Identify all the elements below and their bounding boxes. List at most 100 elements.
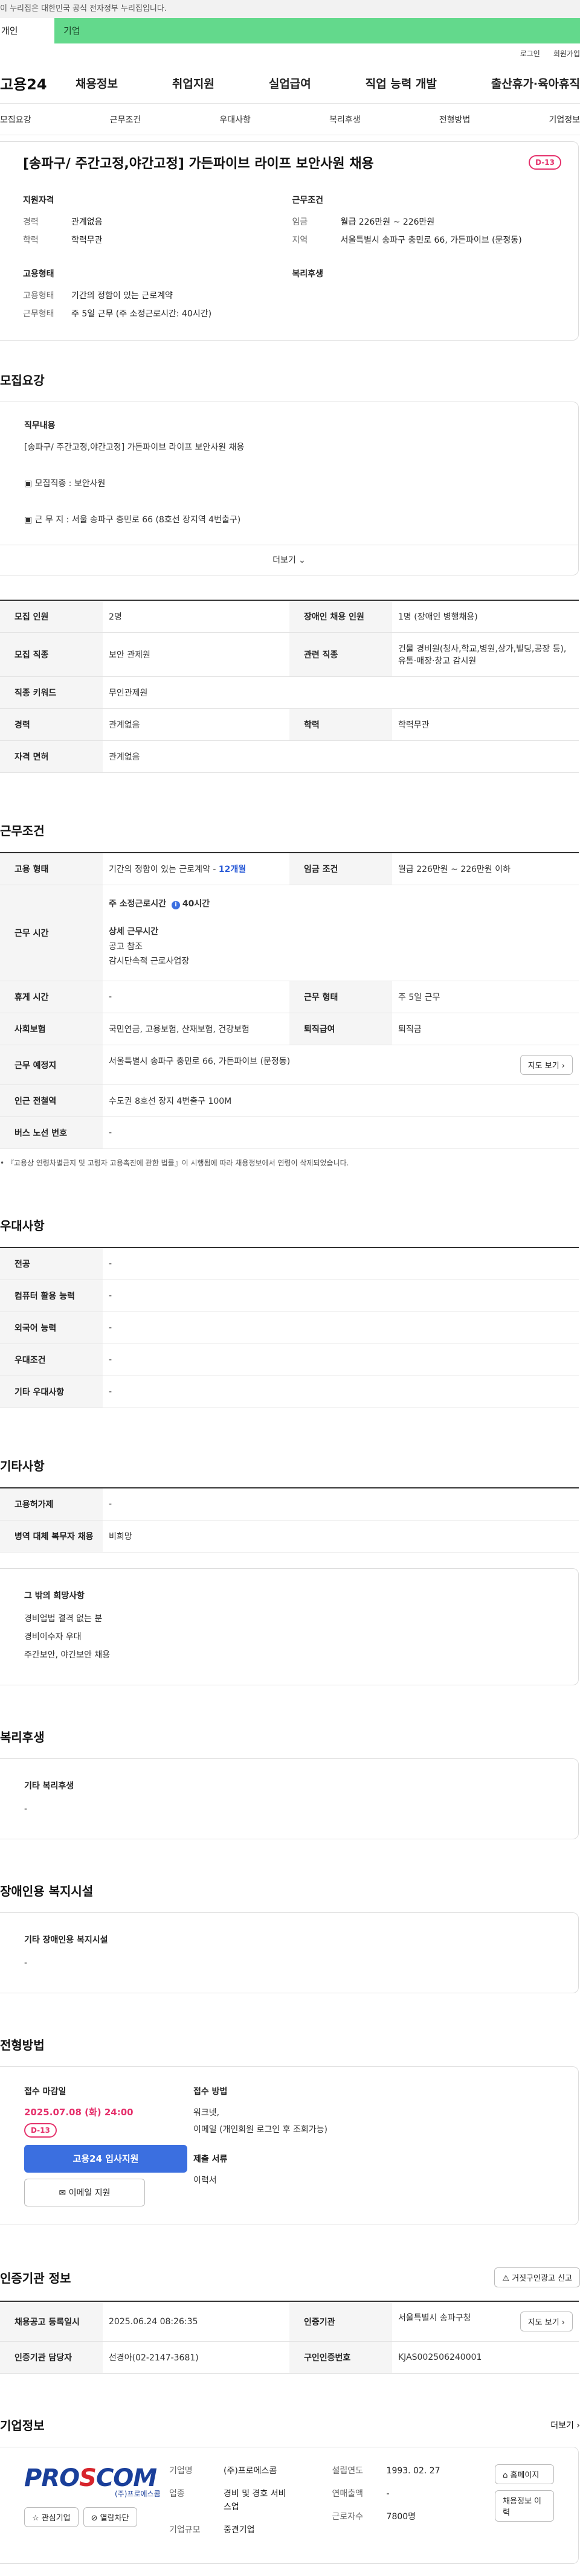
company-header: 기업정보 더보기 ›	[0, 2416, 580, 2433]
company-value: 1993. 02. 27	[386, 2466, 440, 2476]
desc-line: ▣ 근 무 지 : 서울 송파구 충민로 66 (8호선 장지역 4번출구)	[24, 515, 241, 525]
email-apply-button[interactable]: ✉ 이메일 지원	[24, 2179, 145, 2206]
section-title: 전형방법	[0, 2038, 45, 2052]
table-row: 근무 시간 주 소정근로시간 i 40시간 상세 근무시간 공고 참조 감시단속적…	[0, 885, 579, 981]
block-company-button[interactable]: ⊘ 열람차단	[83, 2507, 137, 2527]
row-value: 퇴직금	[392, 1013, 579, 1045]
docs-value: 이력서	[193, 2176, 217, 2185]
info-icon[interactable]: i	[171, 901, 180, 909]
tab-pref[interactable]: 우대사항	[219, 114, 251, 126]
table-row: 외국어 능력 -	[0, 1312, 579, 1344]
deadline-heading: 접수 마감일	[24, 2087, 66, 2097]
summary-key: 근무형태	[23, 309, 54, 319]
row-value: 관계없음	[103, 708, 289, 741]
gnb-item-jobs[interactable]: 채용정보	[76, 75, 118, 91]
row-key: 고용허가제	[0, 1488, 103, 1520]
table-row: 전공 -	[0, 1248, 579, 1280]
summary-value: 주 5일 근무 (주 소정근로시간: 40시간)	[71, 309, 212, 319]
row-key: 사회보험	[0, 1013, 103, 1045]
etc-wish-box: 그 밖의 희망사항 경비업법 결격 없는 분 경비이수자 우대 주간보안, 야간…	[0, 1568, 579, 1685]
etc-section: 기타사항 고용허가제 - 병역 대체 복무자 채용 비희망 그 밖의 희망사항 경비…	[0, 1456, 580, 1685]
table-row: 경력 관계없음 학력 학력무관	[0, 708, 579, 741]
row-value: 월급 226만원 ~ 226만원 이하	[392, 853, 579, 885]
box-line: 경비이수자 우대	[24, 1632, 82, 1642]
row-key: 모집 인원	[0, 600, 103, 633]
gnb-item-benefit[interactable]: 실업급여	[269, 75, 311, 91]
favorite-company-button[interactable]: ☆ 관심기업	[24, 2507, 79, 2527]
tab-work[interactable]: 근무조건	[110, 114, 141, 126]
row-key: 병역 대체 복무자 채용	[0, 1520, 103, 1552]
row-value: KJAS002506240001	[392, 2341, 579, 2374]
page: 이 누리집은 대한민국 공식 전자정부 누리집입니다. 개인 기업 로그인 회원…	[0, 0, 580, 2576]
summary-cond-title: 근무조건	[292, 196, 324, 205]
row-value: -	[103, 1376, 579, 1408]
cert-table: 채용공고 등록일시 2025.06.24 08:26:35 인증기관 서울특별시 …	[0, 2301, 579, 2374]
table-row: 고용허가제 -	[0, 1488, 579, 1520]
row-key: 인증기관	[289, 2301, 392, 2342]
section-title: 모집요강	[0, 373, 45, 388]
row-value: 주 5일 근무	[392, 981, 579, 1013]
etc-table: 고용허가제 - 병역 대체 복무자 채용 비희망	[0, 1487, 579, 1552]
tab-process[interactable]: 전형방법	[439, 114, 471, 126]
row-key: 휴게 시간	[0, 981, 103, 1013]
map-button[interactable]: 지도 보기 ›	[520, 1055, 573, 1075]
summary-value: 관계없음	[71, 217, 103, 227]
row-value: -	[103, 1344, 579, 1376]
join-link[interactable]: 회원가입	[553, 48, 580, 59]
more-button[interactable]: 더보기 ⌄	[0, 545, 578, 575]
box-heading: 기타 장애인용 복지시설	[24, 1935, 108, 1945]
recruit-section: 모집요강 직무내용 [송파구/ 주간고정,야간고정] 가든파이브 라이프 보안사…	[0, 371, 580, 773]
company-more-link[interactable]: 더보기 ›	[550, 2419, 580, 2431]
gnb-item-leave[interactable]: 출산휴가·육아휴직	[491, 75, 580, 91]
section-title: 기업정보	[0, 2418, 45, 2433]
company-key: 근로자수	[332, 2512, 364, 2522]
box-line: -	[24, 1804, 28, 1814]
row-value: 보안 관제원	[103, 632, 289, 677]
summary-emp-title: 고용형태	[23, 269, 54, 279]
company-key: 기업명	[169, 2466, 193, 2476]
row-value: 국민연금, 고용보험, 산재보험, 건강보험	[103, 1013, 289, 1045]
tab-company[interactable]: 기업	[54, 18, 580, 43]
tab-recruit[interactable]: 모집요강	[0, 114, 31, 126]
logo[interactable]: 고용24	[0, 72, 76, 94]
disabled-box: 기타 장애인용 복지시설 -	[0, 1912, 579, 1993]
dday-badge: D-13	[24, 2123, 57, 2138]
apply-button[interactable]: 고용24 입사지원	[24, 2145, 187, 2173]
table-row: 근무 예정지 서울특별시 송파구 충민로 66, 가든파이브 (문정동) 지도 보…	[0, 1045, 579, 1085]
row-value: 관계없음	[103, 740, 579, 773]
row-value: -	[103, 1488, 579, 1520]
box-heading: 그 밖의 희망사항	[24, 1591, 85, 1601]
disabled-section: 장애인용 복지시설 기타 장애인용 복지시설 -	[0, 1882, 580, 1993]
hours-detail-line: 공고 참조	[109, 942, 143, 952]
row-key: 구인인증번호	[289, 2341, 392, 2374]
report-button[interactable]: ⚠ 거짓구인광고 신고	[494, 2267, 580, 2287]
row-value: 서울특별시 송파구청 지도 보기 ›	[392, 2301, 579, 2342]
login-link[interactable]: 로그인	[520, 48, 540, 59]
work-place-value: 서울특별시 송파구 충민로 66, 가든파이브 (문정동)	[109, 1057, 291, 1066]
cert-map-button[interactable]: 지도 보기 ›	[520, 2312, 573, 2331]
job-history-button[interactable]: 채용정보 이력	[495, 2490, 555, 2522]
table-row: 모집 인원 2명 장애인 채용 인원 1명 (장애인 병행채용)	[0, 600, 579, 633]
tab-company[interactable]: 기업정보	[549, 114, 580, 126]
company-value: 7800명	[386, 2512, 416, 2522]
section-title: 복리후생	[0, 1730, 45, 1745]
gnb-item-training[interactable]: 직업 능력 개발	[366, 75, 437, 91]
process-section: 전형방법 접수 마감일 2025.07.08 (화) 24:00 D-13 고용…	[0, 2036, 580, 2225]
row-key: 근무 시간	[0, 885, 103, 981]
method-heading: 접수 방법	[193, 2087, 228, 2097]
recruit-table: 모집 인원 2명 장애인 채용 인원 1명 (장애인 병행채용) 모집 직종 보안 관…	[0, 600, 579, 773]
row-value: 주 소정근로시간 i 40시간 상세 근무시간 공고 참조 감시단속적 근로사업장	[103, 885, 579, 981]
homepage-button[interactable]: ⌂ 홈페이지	[495, 2464, 555, 2484]
welfare-section: 복리후생 기타 복리후생 -	[0, 1728, 580, 1839]
summary-value: 학력무관	[71, 235, 103, 245]
row-value: 학력무관	[392, 708, 579, 741]
box-line: 경비업법 결격 없는 분	[24, 1614, 103, 1624]
tab-personal[interactable]: 개인	[0, 18, 54, 43]
cert-section: 인증기관 정보 ⚠ 거짓구인광고 신고 채용공고 등록일시 2025.06.24 …	[0, 2267, 580, 2374]
summary-value: 서울특별시 송파구 충민로 66, 가든파이브 (문정동)	[340, 235, 522, 245]
row-value: 2명	[103, 600, 289, 633]
tab-welfare[interactable]: 복리후생	[329, 114, 361, 126]
section-title: 인증기관 정보	[0, 2271, 71, 2286]
more-label: 더보기	[272, 556, 296, 565]
gnb-item-support[interactable]: 취업지원	[172, 75, 214, 91]
